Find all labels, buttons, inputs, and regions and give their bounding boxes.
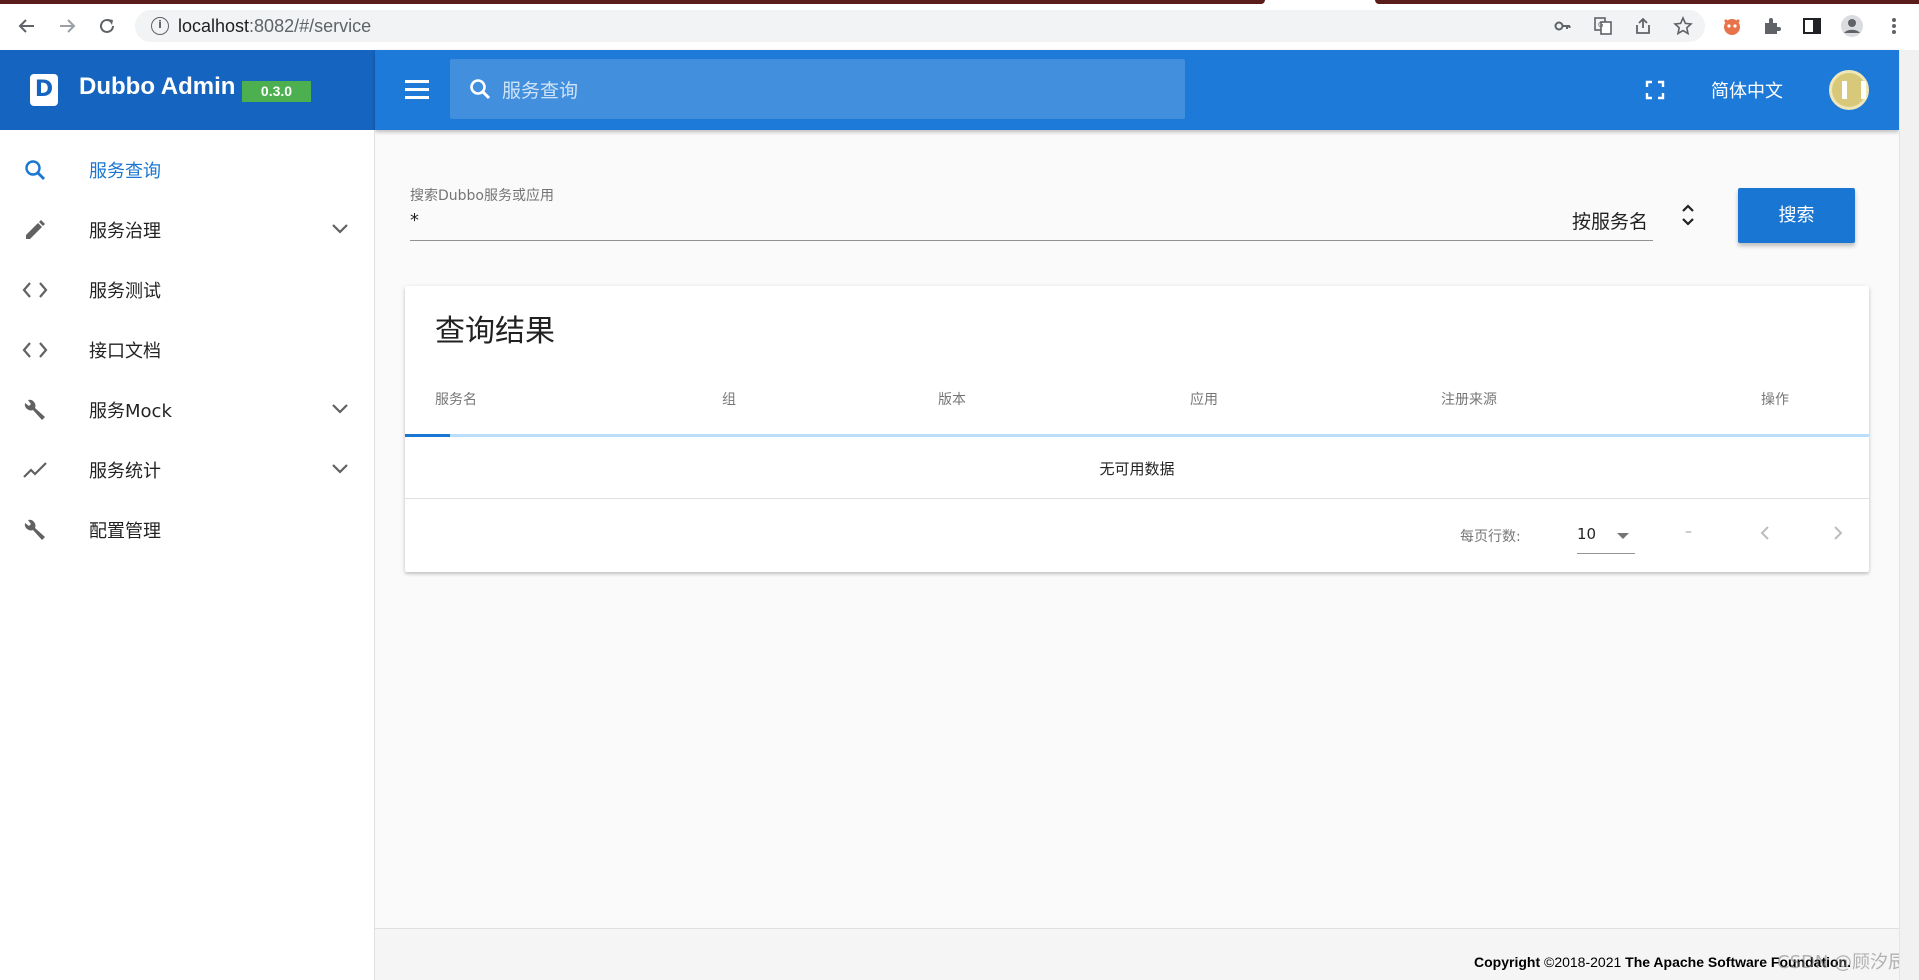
rows-per-page-label: 每页行数: [1460, 529, 1521, 545]
app-brand-bar: D Dubbo Admin 0.3.0 [0, 50, 375, 130]
reload-icon[interactable] [93, 12, 121, 40]
sidebar-item-api-docs[interactable]: 接口文档 [0, 319, 375, 379]
side-panel-icon[interactable] [1800, 14, 1824, 38]
copyright-years: ©2018-2021 [1544, 954, 1622, 970]
back-icon[interactable] [13, 12, 41, 40]
results-title: 查询结果 [435, 314, 555, 349]
avatar[interactable] [1829, 70, 1869, 110]
tab-strip [0, 0, 1919, 4]
header-search-input[interactable]: 服务查询 [450, 59, 1185, 119]
search-field-label: 搜索Dubbo服务或应用 [410, 188, 554, 204]
unfold-icon[interactable] [1678, 200, 1698, 230]
version-badge: 0.3.0 [242, 81, 311, 102]
search-icon [22, 157, 48, 183]
svg-text:G: G [1598, 21, 1603, 29]
pencil-icon [22, 217, 48, 243]
rows-per-page-value: 10 [1577, 525, 1597, 543]
search-placeholder: 服务查询 [502, 80, 579, 102]
scrollbar[interactable] [1899, 50, 1919, 980]
sidebar-item-label: 服务查询 [89, 161, 161, 182]
column-header-version[interactable]: 版本 [938, 389, 966, 409]
sidebar-item-config-management[interactable]: 配置管理 [0, 499, 375, 559]
sidebar-item-label: 服务统计 [89, 461, 161, 482]
sidebar-item-label: 配置管理 [89, 521, 161, 542]
extension-fox-icon[interactable] [1720, 14, 1744, 38]
translate-icon[interactable]: G [1592, 16, 1614, 36]
results-card: 查询结果 服务名 组 版本 应用 注册来源 操作 无可用数据 每页行数: 10 … [405, 286, 1869, 572]
search-field-value[interactable]: * [410, 210, 419, 231]
sidebar-item-service-governance[interactable]: 服务治理 [0, 199, 375, 259]
column-header-registry-source[interactable]: 注册来源 [1441, 389, 1497, 409]
loading-progress-track [405, 434, 1869, 437]
sidebar-item-service-test[interactable]: 服务测试 [0, 259, 375, 319]
chevron-down-icon[interactable] [330, 401, 350, 417]
url-text[interactable]: localhost:8082/#/service [178, 16, 371, 37]
dropdown-arrow-icon [1617, 533, 1629, 539]
sidebar-item-label: 服务测试 [89, 281, 161, 302]
sidebar-item-service-mock[interactable]: 服务Mock [0, 379, 375, 439]
search-icon [470, 79, 491, 100]
search-field-underline [410, 240, 1653, 241]
search-type-select[interactable]: 按服务名 [1572, 207, 1648, 234]
sidebar-item-service-stats[interactable]: 服务统计 [0, 439, 375, 499]
fullscreen-icon[interactable] [1643, 78, 1667, 102]
empty-state-text: 无可用数据 [1099, 460, 1175, 478]
language-button[interactable]: 简体中文 [1711, 77, 1783, 103]
extensions-puzzle-icon[interactable] [1760, 14, 1784, 38]
wrench-icon [22, 517, 48, 543]
chevron-left-icon[interactable] [1757, 524, 1773, 542]
chevron-down-icon[interactable] [330, 221, 350, 237]
column-header-application[interactable]: 应用 [1190, 389, 1218, 409]
tab-strip-right [1375, 0, 1919, 4]
page-range-text: – [1685, 524, 1692, 540]
sidebar: 服务查询 服务治理 服务测试 接口文档 服务Mock 服务统计 配置管理 [0, 130, 375, 980]
app-title[interactable]: Dubbo Admin [79, 73, 235, 101]
address-bar[interactable]: i localhost:8082/#/service G [135, 10, 1705, 42]
code-icon [22, 277, 48, 303]
chevron-right-icon[interactable] [1830, 524, 1846, 542]
trending-icon [22, 457, 48, 483]
tab-strip-left [0, 0, 1265, 4]
browser-menu-icon[interactable] [1882, 14, 1906, 38]
site-info-icon[interactable]: i [151, 17, 169, 35]
app-header: 服务查询 简体中文 [375, 50, 1899, 130]
forward-icon[interactable] [53, 12, 81, 40]
sidebar-item-label: 服务治理 [89, 221, 161, 242]
url-host: localhost [178, 16, 250, 36]
sidebar-item-label: 服务Mock [89, 401, 172, 422]
divider [405, 498, 1869, 499]
url-path: :8082/#/service [249, 16, 372, 36]
browser-toolbar: i localhost:8082/#/service G [0, 0, 1919, 50]
profile-icon[interactable] [1840, 14, 1864, 38]
copyright-label: Copyright [1474, 954, 1541, 970]
watermark: CSDN @顾汐辰 [1777, 952, 1907, 973]
dubbo-logo-icon[interactable]: D [30, 74, 58, 106]
rows-per-page-select[interactable]: 10 [1577, 518, 1635, 554]
menu-icon[interactable] [405, 80, 429, 100]
sidebar-item-service-search[interactable]: 服务查询 [0, 139, 375, 199]
column-header-group[interactable]: 组 [722, 389, 736, 409]
share-icon[interactable] [1632, 16, 1654, 36]
chevron-down-icon[interactable] [330, 461, 350, 477]
search-button[interactable]: 搜索 [1738, 188, 1855, 243]
code-icon [22, 337, 48, 363]
key-icon[interactable] [1552, 16, 1574, 36]
wrench-icon [22, 397, 48, 423]
column-header-actions: 操作 [1761, 392, 1789, 408]
sidebar-item-label: 接口文档 [89, 341, 161, 362]
footer: Copyright ©2018-2021 The Apache Software… [375, 928, 1899, 980]
column-header-service-name[interactable]: 服务名 [435, 389, 477, 409]
loading-progress-bar [405, 434, 450, 437]
bookmark-star-icon[interactable] [1672, 16, 1694, 36]
